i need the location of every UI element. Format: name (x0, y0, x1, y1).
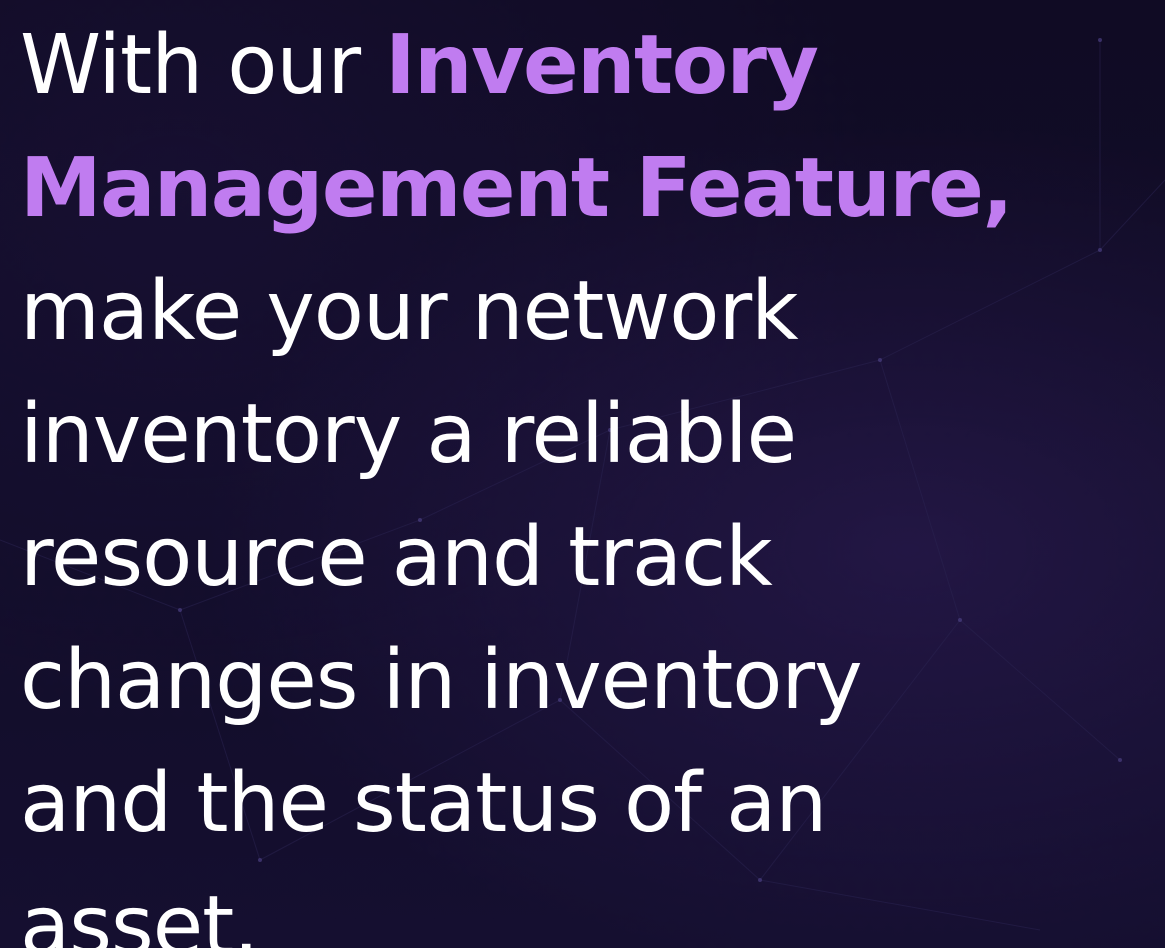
headline-line-8: asset. (20, 879, 259, 948)
headline-line-1: With our Inventory (20, 4, 1160, 127)
headline-highlight-inventory: Inventory (385, 18, 819, 113)
headline-line-5: resource and track (20, 510, 773, 605)
headline-line-4: inventory a reliable (20, 387, 797, 482)
headline-highlight-management-feature: Management Feature, (20, 141, 1014, 236)
inventory-management-headline: With our Inventory Management Feature, m… (20, 4, 1160, 948)
headline-line-7: and the status of an (20, 756, 827, 851)
page: { "headline": { "line1_prefix": "With ou… (0, 0, 1165, 948)
headline-line-3: make your network (20, 264, 799, 359)
headline-line-6: changes in inventory (20, 633, 863, 728)
headline-line-1-prefix: With our (20, 18, 386, 113)
